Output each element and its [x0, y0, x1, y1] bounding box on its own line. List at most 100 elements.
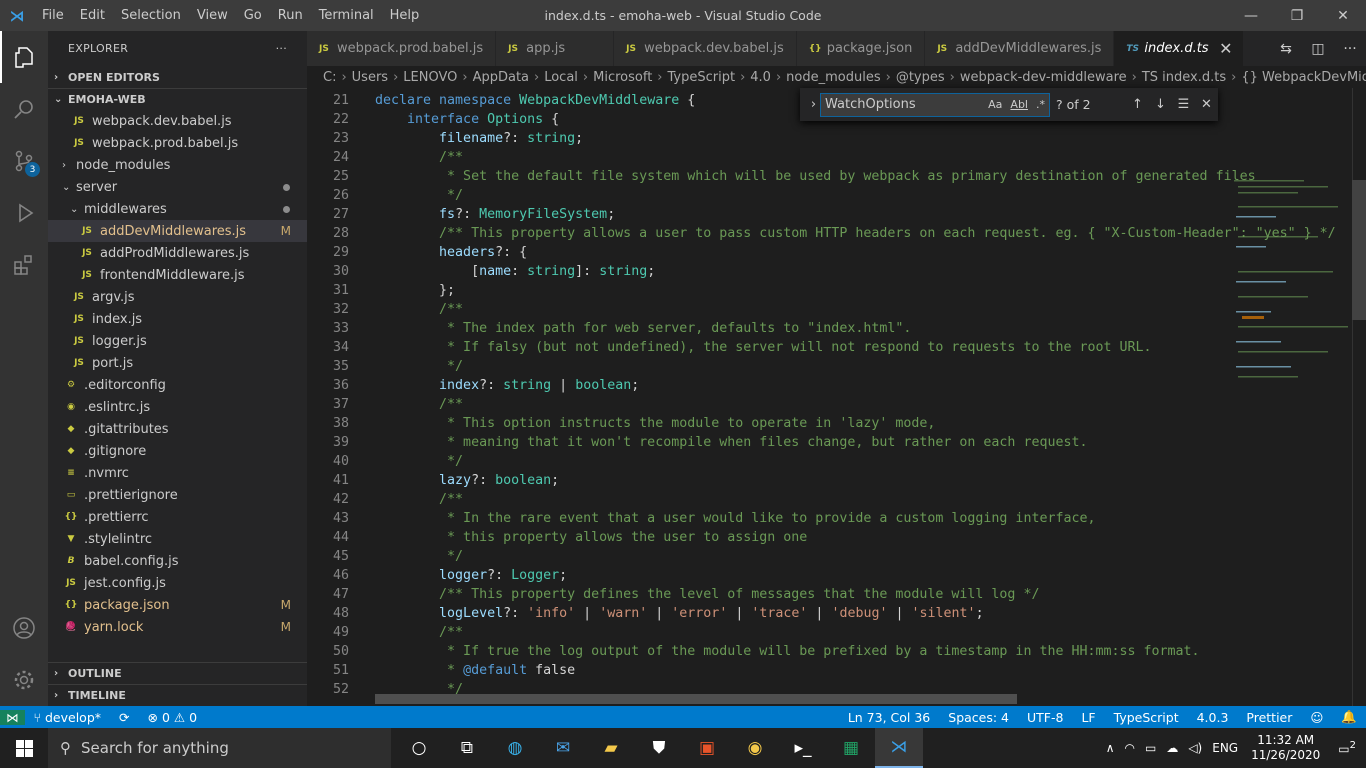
next-match-icon[interactable]: ↓	[1149, 97, 1172, 112]
settings-gear-icon[interactable]	[0, 654, 48, 706]
tree-item-port-js[interactable]: JS port.js	[48, 352, 307, 374]
horizontal-scrollbar[interactable]	[375, 694, 1017, 704]
tab-index-d-ts[interactable]: TS index.d.ts ✕	[1114, 31, 1244, 66]
breadcrumb-item[interactable]: Users	[352, 70, 388, 85]
cortana-icon[interactable]: ○	[395, 728, 443, 768]
breadcrumb-item[interactable]: C:	[323, 70, 336, 85]
tree-item-middlewares[interactable]: ⌄ middlewares	[48, 198, 307, 220]
clock[interactable]: 11:32 AM 11/26/2020	[1243, 733, 1328, 763]
vertical-scrollbar-thumb[interactable]	[1352, 180, 1366, 320]
tree-item--prettierignore[interactable]: ▭ .prettierignore	[48, 484, 307, 506]
timeline-section[interactable]: › TIMELINE	[48, 684, 307, 706]
menu-item-edit[interactable]: Edit	[72, 0, 113, 31]
menu-item-go[interactable]: Go	[236, 0, 270, 31]
match-case-icon[interactable]: Aa	[988, 98, 1002, 111]
task-view-icon[interactable]: ⧉	[443, 728, 491, 768]
breadcrumb-item[interactable]: {} WebpackDevMiddleware	[1241, 70, 1366, 85]
code-editor[interactable]: 21 declare namespace WebpackDevMiddleware…	[307, 88, 1366, 706]
tab-adddevmiddlewares-js[interactable]: JS addDevMiddlewares.js	[925, 31, 1115, 66]
feedback-icon[interactable]: ☺	[1301, 710, 1332, 725]
breadcrumb-item[interactable]: Local	[544, 70, 578, 85]
account-icon[interactable]	[0, 602, 48, 654]
store-icon[interactable]: ⛊	[635, 728, 683, 768]
remote-icon[interactable]: ⋈	[0, 709, 25, 725]
find-input[interactable]: WatchOptions Aa Abl .*	[820, 92, 1050, 117]
minimize-icon[interactable]: —	[1228, 0, 1274, 31]
ts-version[interactable]: 4.0.3	[1188, 710, 1238, 725]
office-icon[interactable]: ▣	[683, 728, 731, 768]
tree-item-index-js[interactable]: JS index.js	[48, 308, 307, 330]
regex-icon[interactable]: .*	[1036, 98, 1045, 111]
match-whole-word-icon[interactable]: Abl	[1010, 98, 1028, 111]
sync-icon[interactable]: ⟳	[110, 710, 138, 725]
branch-indicator[interactable]: ⑂ develop*	[25, 710, 111, 725]
input-language[interactable]: ENG	[1207, 741, 1243, 755]
vscode-taskbar-icon[interactable]: ⋊	[875, 728, 923, 768]
tree-item-node-modules[interactable]: › node_modules	[48, 154, 307, 176]
split-editor-icon[interactable]: ◫	[1302, 41, 1334, 57]
tree-item-logger-js[interactable]: JS logger.js	[48, 330, 307, 352]
close-find-icon[interactable]: ✕	[1195, 97, 1218, 112]
more-actions-icon[interactable]: ···	[1334, 41, 1366, 57]
tree-item--prettierrc[interactable]: {} .prettierrc	[48, 506, 307, 528]
problems-indicator[interactable]: ⊗ 0 ⚠ 0	[139, 710, 207, 725]
end-of-line[interactable]: LF	[1072, 710, 1104, 725]
tree-item-jest-config-js[interactable]: JS jest.config.js	[48, 572, 307, 594]
tab-close-icon[interactable]: ✕	[1219, 39, 1232, 58]
edge-icon[interactable]: ◍	[491, 728, 539, 768]
tray-chevron-up-icon[interactable]: ∧	[1101, 741, 1120, 755]
breadcrumb-item[interactable]: @types	[896, 70, 945, 85]
menu-item-file[interactable]: File	[34, 0, 72, 31]
project-section[interactable]: ⌄ EMOHA-WEB	[48, 88, 307, 110]
volume-icon[interactable]: ◁)	[1183, 741, 1207, 755]
maximize-icon[interactable]: ❐	[1274, 0, 1320, 31]
breadcrumb-item[interactable]: 4.0	[750, 70, 771, 85]
tree-item--nvmrc[interactable]: ≡ .nvmrc	[48, 462, 307, 484]
notifications-bell-icon[interactable]: 🔔	[1332, 709, 1366, 725]
tab-webpack-dev-babel-js[interactable]: JS webpack.dev.babel.js	[614, 31, 797, 66]
tree-item--editorconfig[interactable]: ⚙ .editorconfig	[48, 374, 307, 396]
open-editors-section[interactable]: › OPEN EDITORS	[48, 66, 307, 88]
source-control-icon[interactable]: 3	[0, 135, 48, 187]
tree-item-frontendmiddleware-js[interactable]: JS frontendMiddleware.js	[48, 264, 307, 286]
previous-match-icon[interactable]: ↑	[1126, 97, 1149, 112]
close-icon[interactable]: ✕	[1320, 0, 1366, 31]
menu-item-selection[interactable]: Selection	[113, 0, 189, 31]
breadcrumb-item[interactable]: webpack-dev-middleware	[960, 70, 1127, 85]
menu-item-help[interactable]: Help	[382, 0, 428, 31]
breadcrumb-item[interactable]: AppData	[473, 70, 529, 85]
tree-item-adddevmiddlewares-js[interactable]: JS addDevMiddlewares.js M	[48, 220, 307, 242]
tab-package-json[interactable]: {} package.json	[796, 31, 926, 66]
wifi-icon[interactable]: ◠	[1120, 741, 1140, 755]
tree-item--stylelintrc[interactable]: ▼ .stylelintrc	[48, 528, 307, 550]
tree-item-yarn-lock[interactable]: 🧶 yarn.lock M	[48, 616, 307, 638]
tree-item--eslintrc-js[interactable]: ◉ .eslintrc.js	[48, 396, 307, 418]
tree-item--gitattributes[interactable]: ◆ .gitattributes	[48, 418, 307, 440]
breadcrumb-item[interactable]: node_modules	[786, 70, 880, 85]
menu-item-run[interactable]: Run	[270, 0, 311, 31]
tree-item-argv-js[interactable]: JS argv.js	[48, 286, 307, 308]
tree-item-webpack-prod-babel-js[interactable]: JS webpack.prod.babel.js	[48, 132, 307, 154]
search-icon[interactable]	[0, 83, 48, 135]
cursor-position[interactable]: Ln 73, Col 36	[839, 710, 939, 725]
tab-webpack-prod-babel-js[interactable]: JS webpack.prod.babel.js	[307, 31, 497, 66]
excel-icon[interactable]: ▦	[827, 728, 875, 768]
explorer-more-icon[interactable]: ···	[276, 42, 287, 55]
tree-item-webpack-dev-babel-js[interactable]: JS webpack.dev.babel.js	[48, 110, 307, 132]
language-mode[interactable]: TypeScript	[1105, 710, 1188, 725]
find-in-selection-icon[interactable]: ☰	[1172, 97, 1195, 112]
notification-center[interactable]: ▭2	[1328, 740, 1366, 756]
tree-item-package-json[interactable]: {} package.json M	[48, 594, 307, 616]
breadcrumb-item[interactable]: LENOVO	[403, 70, 457, 85]
chrome-icon[interactable]: ◉	[731, 728, 779, 768]
encoding[interactable]: UTF-8	[1018, 710, 1072, 725]
compare-icon[interactable]: ⇆	[1270, 41, 1302, 57]
minimap[interactable]	[1232, 176, 1352, 396]
onedrive-icon[interactable]: ☁	[1161, 741, 1183, 755]
mail-icon[interactable]: ✉	[539, 728, 587, 768]
formatter[interactable]: Prettier	[1237, 710, 1301, 725]
tree-item-server[interactable]: ⌄ server	[48, 176, 307, 198]
battery-icon[interactable]: ▭	[1140, 741, 1161, 755]
breadcrumb-item[interactable]: TS index.d.ts	[1142, 70, 1226, 85]
menu-item-view[interactable]: View	[189, 0, 236, 31]
